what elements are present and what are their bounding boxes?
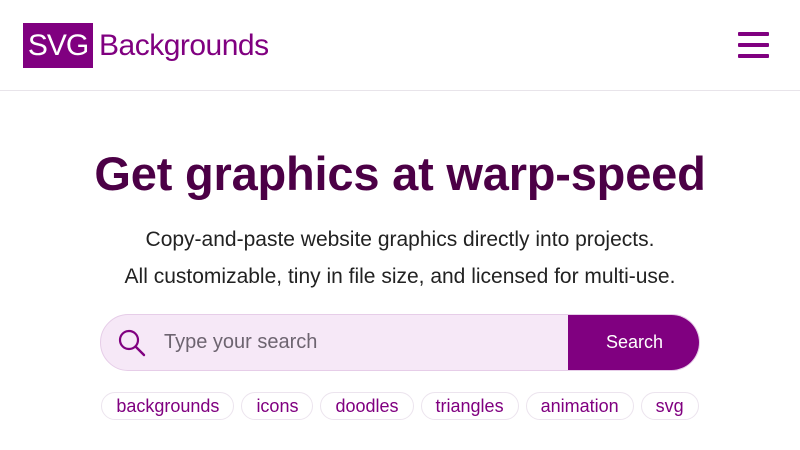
logo-mark: SVG (23, 23, 93, 68)
tag-triangles[interactable]: triangles (420, 392, 519, 420)
search-button[interactable]: Search (568, 315, 699, 370)
tag-backgrounds[interactable]: backgrounds (101, 392, 235, 420)
site-header: SVG Backgrounds (0, 0, 800, 91)
hero-section: Get graphics at warp-speed Copy-and-past… (0, 91, 800, 295)
page-title: Get graphics at warp-speed (94, 147, 706, 200)
hero-subtitle: Copy-and-paste website graphics directly… (0, 221, 800, 295)
logo-text: Backgrounds (99, 28, 269, 62)
tag-doodles[interactable]: doodles (320, 392, 414, 420)
tag-svg[interactable]: svg (640, 392, 699, 420)
tag-list: backgrounds icons doodles triangles anim… (0, 392, 800, 420)
hamburger-menu-icon[interactable] (738, 31, 770, 59)
site-logo[interactable]: SVG Backgrounds (23, 23, 269, 68)
subtitle-line-2: All customizable, tiny in file size, and… (124, 265, 676, 288)
search-form: Search (100, 314, 700, 371)
search-icon (118, 329, 146, 357)
tag-icons[interactable]: icons (241, 392, 314, 420)
tag-animation[interactable]: animation (525, 392, 634, 420)
subtitle-line-1: Copy-and-paste website graphics directly… (145, 228, 655, 251)
search-input[interactable] (164, 315, 564, 370)
